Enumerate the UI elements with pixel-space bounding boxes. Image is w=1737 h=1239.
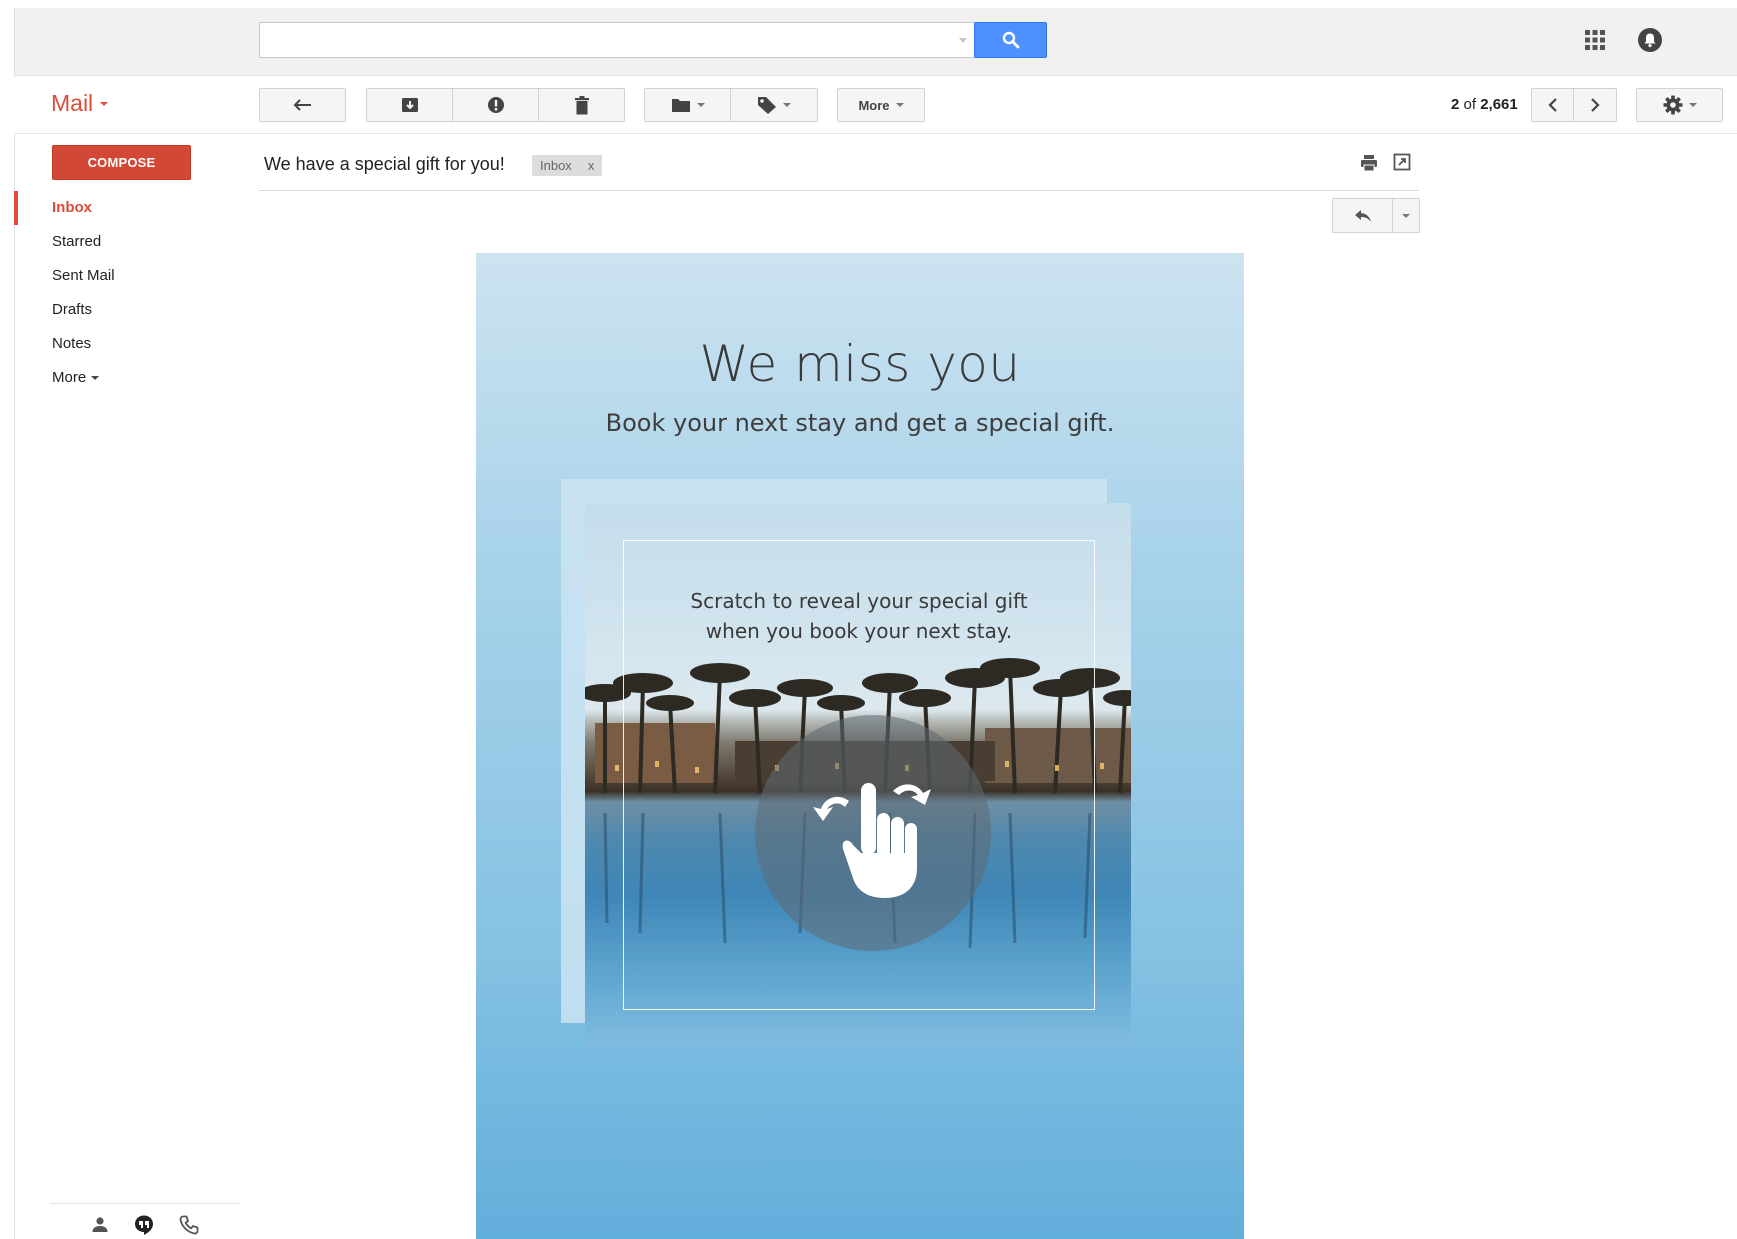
contacts-icon[interactable] <box>89 1214 111 1236</box>
pagination-counter: 2 of 2,661 <box>1451 96 1518 113</box>
sidebar-item-label: Notes <box>52 335 92 352</box>
apps-grid-icon[interactable] <box>1583 28 1607 52</box>
sidebar-item-starred[interactable]: Starred <box>14 225 240 259</box>
older-button[interactable] <box>1574 88 1617 122</box>
caret-down-icon <box>91 376 100 380</box>
search-button[interactable] <box>974 22 1047 58</box>
print-icon[interactable] <box>1359 153 1379 173</box>
search-icon <box>1002 31 1019 49</box>
sidebar-item-label: Sent Mail <box>52 267 115 284</box>
settings-button[interactable] <box>1636 88 1723 122</box>
email-body: We miss you Book your next stay and get … <box>476 253 1244 1239</box>
pagination-separator: of <box>1463 96 1477 113</box>
caret-down-icon <box>783 103 791 107</box>
caret-down-icon <box>696 103 705 107</box>
more-actions-button[interactable]: More <box>837 88 925 122</box>
phone-icon[interactable] <box>178 1214 200 1236</box>
pagination-total: 2,661 <box>1480 96 1518 113</box>
open-new-window-icon[interactable] <box>1393 153 1411 171</box>
reply-icon <box>1354 209 1371 222</box>
archive-icon <box>401 98 418 112</box>
sidebar-item-sent-mail[interactable]: Sent Mail <box>14 259 240 293</box>
sidebar-bottom-bar <box>50 1203 240 1239</box>
sidebar-nav: Inbox Starred Sent Mail Drafts Notes Mor… <box>14 191 240 395</box>
search-options-caret-icon[interactable] <box>959 38 967 43</box>
scratch-instruction-line-2: when you book your next stay. <box>705 619 1013 643</box>
move-to-button[interactable] <box>644 88 731 122</box>
hangouts-icon[interactable] <box>133 1214 155 1236</box>
notifications-icon[interactable] <box>1637 27 1663 53</box>
chevron-left-icon <box>1547 98 1557 112</box>
message-subject: We have a special gift for you! <box>264 154 505 174</box>
caret-down-icon <box>100 101 109 106</box>
email-subheadline: Book your next stay and get a special gi… <box>605 409 1115 437</box>
more-label: More <box>858 97 890 113</box>
label-remove-button[interactable]: x <box>588 158 595 173</box>
sidebar-item-drafts[interactable]: Drafts <box>14 293 240 327</box>
caret-down-icon <box>1402 213 1410 218</box>
sidebar-item-label: Drafts <box>52 301 93 318</box>
sidebar-item-label: Inbox <box>52 199 92 216</box>
report-spam-icon <box>487 97 504 113</box>
reply-button[interactable] <box>1332 198 1393 233</box>
scratch-hand-gesture-icon[interactable] <box>753 713 993 953</box>
caret-down-icon <box>1688 103 1697 107</box>
search-box[interactable] <box>259 22 975 58</box>
pagination-current: 2 <box>1451 96 1460 113</box>
labels-button[interactable] <box>731 88 818 122</box>
mail-menu[interactable]: Mail <box>51 90 109 117</box>
trash-icon <box>574 95 589 114</box>
archive-button[interactable] <box>366 88 453 122</box>
gear-icon <box>1663 95 1682 115</box>
sidebar-item-label: More <box>52 369 87 386</box>
mail-menu-label: Mail <box>51 90 94 116</box>
delete-button[interactable] <box>539 88 625 122</box>
reply-more-button[interactable] <box>1392 198 1420 233</box>
search-input[interactable] <box>260 23 975 57</box>
scratch-instruction-line-1: Scratch to reveal your special gift <box>690 589 1028 613</box>
sidebar-item-label: Starred <box>52 233 102 250</box>
inbox-label-chip[interactable]: Inbox x <box>532 155 603 176</box>
label-tag-icon <box>758 97 776 114</box>
email-headline: We miss you <box>699 335 1021 393</box>
compose-button[interactable]: COMPOSE <box>52 145 191 180</box>
sidebar-item-notes[interactable]: Notes <box>14 327 240 361</box>
label-chip-text: Inbox <box>540 158 572 173</box>
scratch-instructions: Scratch to reveal your special gift when… <box>623 586 1095 646</box>
report-spam-button[interactable] <box>453 88 539 122</box>
sidebar-item-more[interactable]: More <box>14 361 240 395</box>
caret-down-icon <box>895 103 904 107</box>
back-arrow-icon <box>293 99 311 111</box>
newer-button[interactable] <box>1531 88 1574 122</box>
chevron-right-icon <box>1591 98 1600 112</box>
back-button[interactable] <box>259 88 346 122</box>
message-subject-row: We have a special gift for you! Inbox x <box>259 144 1419 191</box>
folder-icon <box>671 99 690 112</box>
sidebar-item-inbox[interactable]: Inbox <box>14 191 240 225</box>
